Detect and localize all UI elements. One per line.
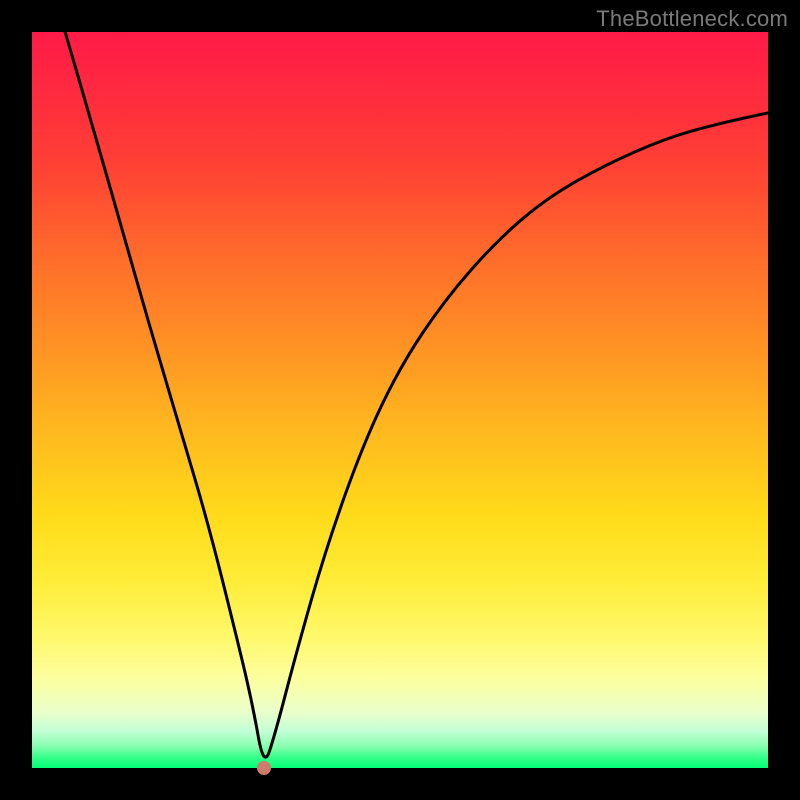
bottleneck-curve xyxy=(65,32,768,757)
chart-svg xyxy=(32,32,768,768)
minimum-marker xyxy=(257,761,271,775)
chart-frame: TheBottleneck.com xyxy=(0,0,800,800)
watermark-text: TheBottleneck.com xyxy=(596,6,788,32)
plot-area xyxy=(32,32,768,768)
